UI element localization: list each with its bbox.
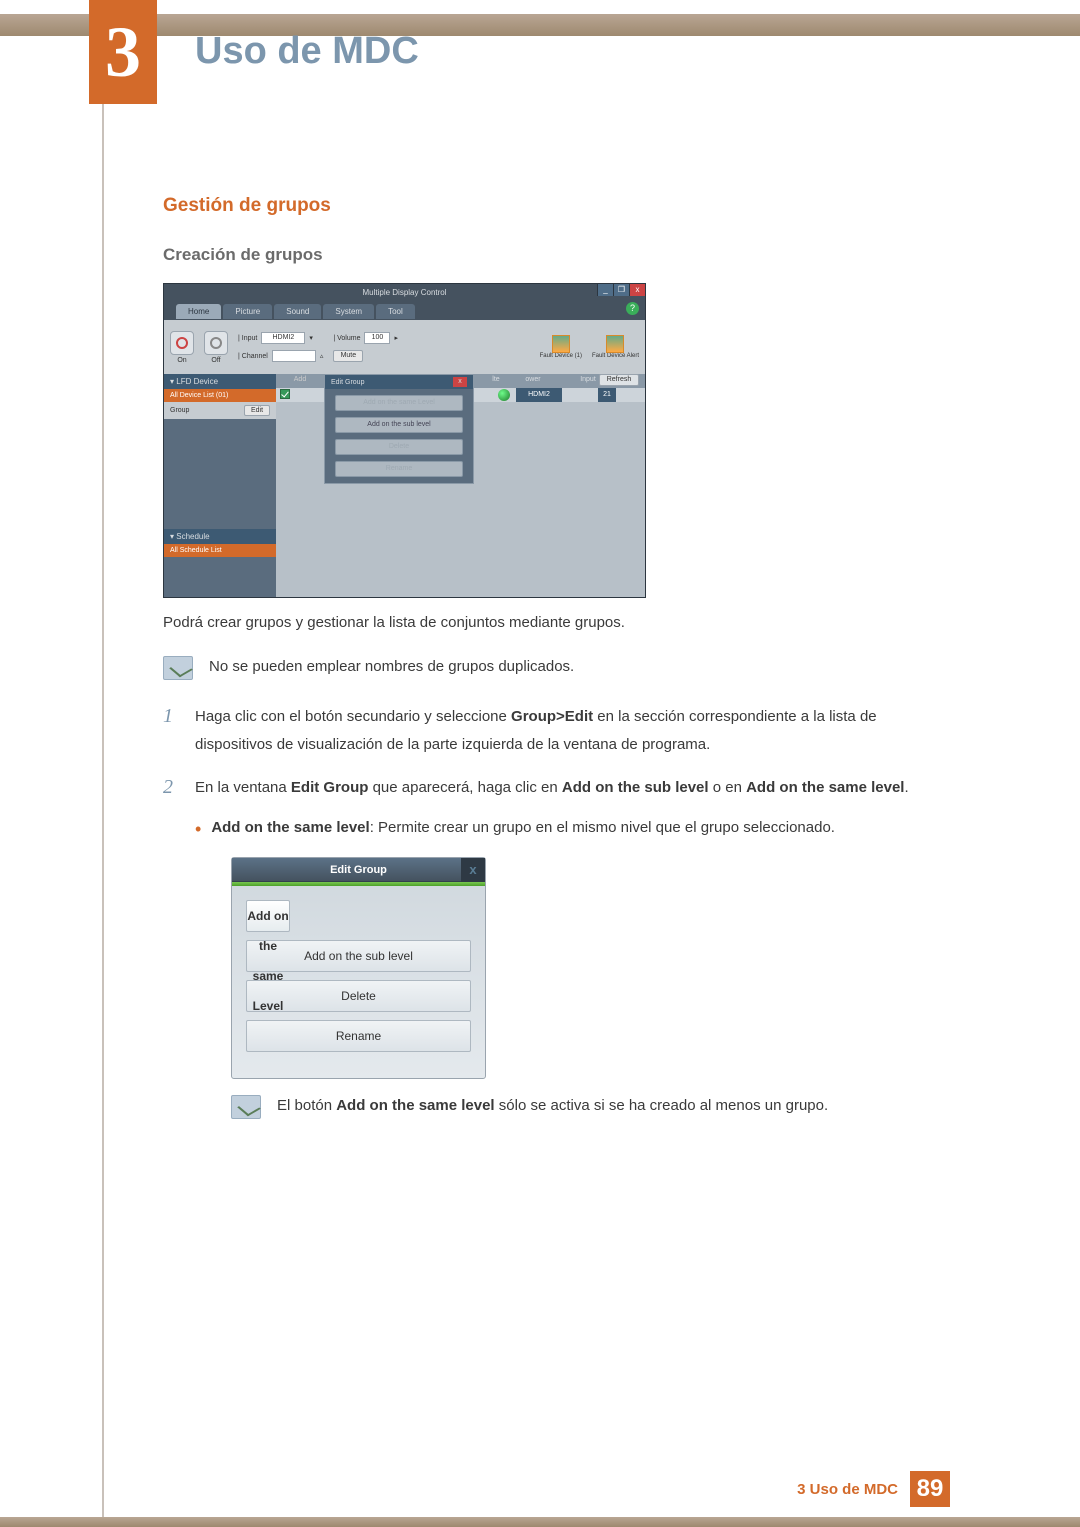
sidebar-group-row: Group Edit: [164, 402, 276, 419]
power-off-label: Off: [204, 357, 228, 364]
popup-add-same-level[interactable]: Add on the same Level: [335, 395, 463, 411]
chapter-number: 3: [105, 11, 141, 94]
popup-add-sub-level[interactable]: Add on the sub level: [335, 417, 463, 433]
footer: 3 Uso de MDC 89: [797, 1471, 950, 1507]
refresh-button[interactable]: Refresh: [599, 374, 639, 386]
row-input-value: HDMI2: [516, 388, 562, 402]
edit-group-dialog: Edit Group x Add on the same Level Add o…: [231, 857, 486, 1079]
sidebar-group-label: Group: [170, 407, 189, 414]
dialog-title: Edit Group: [330, 864, 387, 876]
group-edit-button[interactable]: Edit: [244, 405, 270, 416]
alert-icon: [606, 335, 624, 353]
chevron-right-icon: ▸: [394, 334, 398, 342]
bullet-icon: •: [195, 814, 201, 845]
power-icon: [176, 337, 188, 349]
popup-delete[interactable]: Delete: [335, 439, 463, 455]
dialog-title-bar: Edit Group x: [232, 858, 485, 882]
mute-button[interactable]: Mute: [333, 350, 363, 362]
row-num: 21: [598, 388, 616, 402]
power-off-icon: [210, 337, 222, 349]
channel-select[interactable]: [272, 350, 316, 362]
row-checkbox[interactable]: [280, 389, 290, 399]
sidebar-all-schedule-list[interactable]: All Schedule List: [164, 544, 276, 557]
note-1: No se pueden emplear nombres de grupos d…: [163, 654, 953, 680]
dialog-body: Add on the same Level Add on the sub lev…: [232, 886, 485, 1078]
top-bar: [0, 14, 1080, 36]
power-off-button[interactable]: [204, 331, 228, 355]
section-heading: Gestión de grupos: [163, 195, 953, 217]
page: 3 Uso de MDC Gestión de grupos Creación …: [0, 0, 1080, 1527]
edit-group-title-bar: Edit Group x: [325, 375, 473, 389]
fault-alert-label: Fault Device Alert: [592, 353, 639, 359]
popup-rename[interactable]: Rename: [335, 461, 463, 477]
power-on-button[interactable]: [170, 331, 194, 355]
input-select[interactable]: HDMI2: [261, 332, 305, 344]
step-1-number: 1: [163, 703, 181, 760]
note-1-text: No se pueden emplear nombres de grupos d…: [209, 654, 574, 680]
left-rule: [102, 0, 104, 1527]
warning-icon: [552, 335, 570, 353]
page-number: 89: [910, 1471, 950, 1507]
col-power: ower: [508, 374, 558, 388]
tab-sound[interactable]: Sound: [274, 304, 321, 319]
minimize-button[interactable]: _: [597, 284, 613, 296]
stepper-icon: ▵: [320, 352, 324, 360]
tab-home[interactable]: Home: [176, 304, 221, 319]
edit-group-popup: Edit Group x Add on the same Level Add o…: [324, 374, 474, 484]
dialog-rename[interactable]: Rename: [246, 1020, 471, 1052]
sidebar: ▾ LFD Device All Device List (01) Group …: [164, 374, 276, 597]
footer-bar: [0, 1517, 1080, 1527]
fault-device-alert[interactable]: Fault Device Alert: [592, 335, 639, 359]
tab-tool[interactable]: Tool: [376, 304, 415, 319]
chevron-down-icon: ▾: [309, 334, 313, 342]
sidebar-schedule[interactable]: ▾ Schedule: [164, 529, 276, 544]
paragraph-after-screenshot: Podrá crear grupos y gestionar la lista …: [163, 610, 953, 636]
maximize-button[interactable]: ❐: [613, 284, 629, 296]
footer-text: 3 Uso de MDC: [797, 1481, 898, 1498]
mdc-window-title: Multiple Display Control: [164, 288, 645, 297]
tab-system[interactable]: System: [323, 304, 374, 319]
channel-label: | Channel: [238, 353, 268, 360]
add-button[interactable]: Add: [276, 374, 324, 388]
volume-value[interactable]: 100: [364, 332, 390, 344]
close-button[interactable]: x: [629, 284, 645, 296]
chapter-badge: 3: [89, 0, 157, 104]
fault-device-log[interactable]: Fault Device (1): [540, 335, 582, 359]
mdc-screenshot: Multiple Display Control _ ❐ x ? Home Pi…: [163, 283, 646, 598]
step-2-number: 2: [163, 774, 181, 1119]
step-1-body: Haga clic con el botón secundario y sele…: [195, 703, 953, 760]
sidebar-lfd-device[interactable]: ▾ LFD Device: [164, 374, 276, 389]
power-on-label: On: [170, 357, 194, 364]
main-area: Add lte ower Input Refresh HDMI2 21 Edi: [276, 374, 645, 597]
note-2: El botón Add on the same level sólo se a…: [231, 1093, 953, 1119]
col-lte: lte: [484, 374, 508, 388]
step-list: 1 Haga clic con el botón secundario y se…: [163, 703, 953, 1119]
sub-bullet-list: • Add on the same level: Permite crear u…: [195, 814, 953, 845]
window-controls: _ ❐ x: [597, 284, 645, 296]
tab-picture[interactable]: Picture: [223, 304, 272, 319]
chapter-title: Uso de MDC: [195, 30, 419, 73]
step-1: 1 Haga clic con el botón secundario y se…: [163, 703, 953, 760]
tabs: Home Picture Sound System Tool: [176, 304, 415, 319]
sub-bullet-1: • Add on the same level: Permite crear u…: [195, 814, 953, 845]
step-2: 2 En la ventana Edit Group que aparecerá…: [163, 774, 953, 1119]
help-button[interactable]: ?: [626, 302, 639, 315]
dialog-close-button[interactable]: x: [461, 858, 485, 882]
sidebar-all-device-list[interactable]: All Device List (01): [164, 389, 276, 402]
fault-log-label: Fault Device (1): [540, 353, 582, 359]
step-2-body: En la ventana Edit Group que aparecerá, …: [195, 774, 953, 1119]
note-icon: [231, 1095, 261, 1119]
content: Gestión de grupos Creación de grupos Mul…: [163, 195, 953, 1133]
edit-group-close[interactable]: x: [453, 377, 467, 387]
subsection-heading: Creación de grupos: [163, 245, 953, 265]
note-icon: [163, 656, 193, 680]
input-label: | Input: [238, 335, 257, 342]
dialog-add-same-level[interactable]: Add on the same Level: [246, 900, 290, 932]
edit-group-title: Edit Group: [331, 379, 364, 386]
note-2-text: El botón Add on the same level sólo se a…: [277, 1093, 828, 1119]
toolbar: On Off | Input HDMI2 ▾ | Channel ▵: [164, 320, 645, 374]
volume-label: | Volume: [333, 335, 360, 342]
power-status-icon: [498, 389, 510, 401]
